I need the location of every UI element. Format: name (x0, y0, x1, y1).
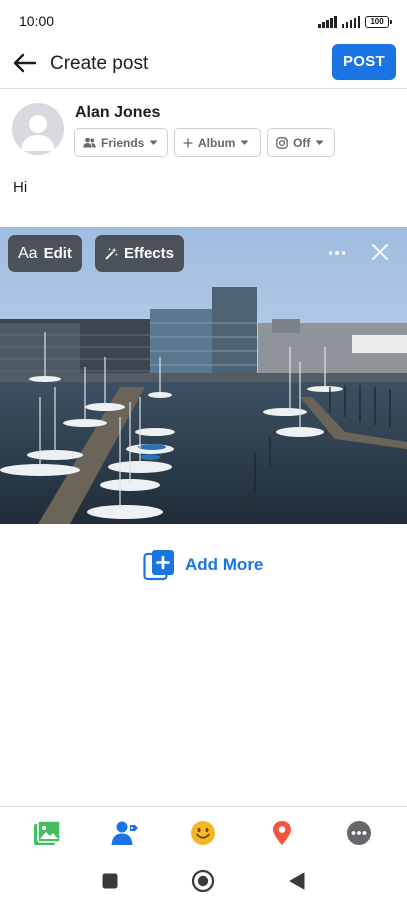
avatar[interactable] (12, 103, 64, 155)
user-name: Alan Jones (75, 104, 161, 121)
friends-icon (83, 137, 96, 148)
album-label: Album (198, 135, 236, 150)
more-icon (347, 821, 371, 845)
status-icons: 100 (318, 12, 392, 28)
location-icon (273, 821, 291, 845)
text-edit-icon: Aa (18, 244, 38, 262)
instagram-icon (276, 136, 288, 149)
post-actions-bar (0, 806, 407, 858)
post-options: Friends Album Off (74, 128, 335, 157)
header: Create post POST (0, 42, 407, 89)
status-time: 10:00 (19, 13, 55, 29)
plus-icon (183, 138, 193, 147)
system-nav-bar (0, 858, 407, 906)
chevron-down-icon (315, 140, 324, 145)
photo-icon (34, 820, 61, 845)
post-text-input[interactable]: Hi (13, 179, 27, 196)
recents-button[interactable] (97, 868, 123, 894)
close-icon (372, 244, 388, 260)
home-button[interactable] (190, 868, 216, 894)
back-nav-button[interactable] (284, 868, 310, 894)
tag-people-icon (111, 821, 138, 845)
add-photo-icon (143, 550, 174, 581)
post-button[interactable]: POST (332, 44, 396, 80)
more-options-button[interactable] (344, 818, 374, 848)
status-bar: 10:00 100 (0, 0, 407, 42)
magic-wand-icon (105, 247, 118, 260)
page-title: Create post (50, 53, 149, 74)
default-avatar-icon (12, 103, 64, 155)
feeling-icon (191, 821, 215, 845)
signal-icon (318, 14, 337, 28)
signal-icon-2 (341, 14, 360, 28)
attached-photo[interactable]: Aa Edit Effects (0, 227, 407, 524)
square-icon (102, 873, 118, 889)
back-button[interactable] (8, 46, 42, 80)
chevron-down-icon (149, 140, 158, 145)
create-post-screen: 10:00 100 Create post POST Alan Jones Fr… (0, 0, 407, 906)
feeling-button[interactable] (188, 818, 218, 848)
battery-icon: 100 (365, 16, 392, 28)
audience-label: Friends (101, 135, 145, 150)
location-button[interactable] (267, 818, 297, 848)
triangle-back-icon (289, 872, 305, 890)
add-more-label: Add More (185, 555, 264, 574)
photo-more-icon[interactable] (327, 243, 347, 263)
edit-label: Edit (43, 245, 72, 262)
chevron-down-icon (240, 140, 249, 145)
instagram-toggle[interactable]: Off (267, 128, 335, 157)
add-more-button[interactable]: Add More (142, 548, 263, 582)
effects-label: Effects (123, 245, 174, 262)
back-arrow-icon (13, 53, 37, 73)
remove-photo-button[interactable] (369, 241, 391, 263)
album-selector[interactable]: Album (174, 128, 261, 157)
home-circle-icon (191, 869, 215, 893)
photo-button[interactable] (32, 818, 62, 848)
audience-selector[interactable]: Friends (74, 128, 168, 157)
tag-people-button[interactable] (110, 818, 140, 848)
effects-button[interactable]: Effects (95, 235, 184, 272)
instagram-label: Off (293, 135, 311, 150)
edit-photo-button[interactable]: Aa Edit (8, 235, 82, 272)
